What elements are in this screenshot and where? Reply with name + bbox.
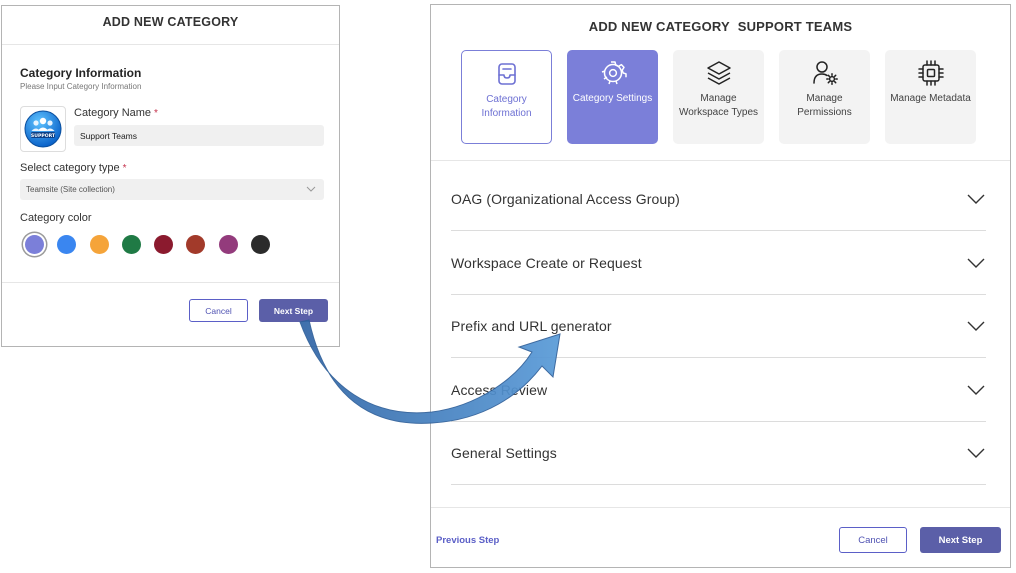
category-name-label: Category Name * <box>74 107 158 119</box>
support-team-logo-icon: SUPPORT <box>24 110 62 148</box>
step-label: Category Settings <box>572 93 653 104</box>
step-manage-workspace-types[interactable]: Manage Workspace Types <box>673 50 764 144</box>
chevron-down-icon <box>967 385 985 395</box>
step-category-information[interactable]: Category Information <box>461 50 552 144</box>
required-marker: * <box>122 163 127 174</box>
color-swatch[interactable] <box>186 235 206 254</box>
step-label: Manage Permissions <box>797 93 852 118</box>
chip-icon <box>917 60 944 86</box>
step-category-settings[interactable]: Category Settings <box>567 50 658 144</box>
layers-icon <box>706 61 731 85</box>
settings-gear-icon <box>601 61 627 85</box>
color-swatch[interactable] <box>154 235 174 254</box>
color-swatch[interactable] <box>57 235 77 254</box>
dialog-title: ADD NEW CATEGORY SUPPORT TEAMS <box>431 19 1010 34</box>
divider <box>2 44 339 45</box>
person-settings-icon <box>812 61 838 85</box>
step-manage-permissions[interactable]: Manage Permissions <box>779 50 870 144</box>
cancel-button[interactable]: Cancel <box>189 299 248 322</box>
accordion-oag[interactable]: OAG (Organizational Access Group) <box>451 168 986 231</box>
next-step-button[interactable]: Next Step <box>259 299 328 322</box>
accordion-label: Prefix and URL generator <box>451 318 612 334</box>
category-type-label: Select category type * <box>20 162 127 174</box>
accordion-access-review[interactable]: Access Review <box>451 359 986 422</box>
color-swatch[interactable] <box>89 235 109 254</box>
chevron-down-icon <box>967 448 985 458</box>
category-color-label: Category color <box>20 212 92 224</box>
divider <box>431 160 1010 161</box>
add-category-dialog-step2: ADD NEW CATEGORY SUPPORT TEAMS Category … <box>430 4 1011 568</box>
required-marker: * <box>154 108 158 119</box>
category-type-value: Teamsite (Site collection) <box>26 185 115 194</box>
step-label: Manage Workspace Types <box>678 93 759 118</box>
cancel-button[interactable]: Cancel <box>839 527 907 553</box>
step-manage-metadata[interactable]: Manage Metadata <box>885 50 976 144</box>
dialog-title-category: SUPPORT TEAMS <box>737 19 853 34</box>
category-type-select[interactable]: Teamsite (Site collection) <box>20 179 324 200</box>
add-category-dialog-step1: ADD NEW CATEGORY Category Information Pl… <box>1 5 340 347</box>
color-swatch[interactable] <box>251 235 271 254</box>
chevron-down-icon <box>967 258 985 268</box>
dialog-title-prefix: ADD NEW CATEGORY <box>588 19 730 34</box>
section-title: Category Information <box>20 66 142 80</box>
color-swatch[interactable] <box>25 235 44 254</box>
step-label: Manage Metadata <box>890 93 971 104</box>
tray-icon <box>497 63 516 85</box>
accordion-label: Access Review <box>451 382 548 398</box>
chevron-down-icon <box>967 321 985 331</box>
divider <box>2 282 339 283</box>
step-label: Category Information <box>481 94 532 119</box>
category-logo[interactable]: SUPPORT <box>20 106 66 152</box>
accordion-general-settings[interactable]: General Settings <box>451 422 986 485</box>
accordion-prefix-url[interactable]: Prefix and URL generator <box>451 295 986 358</box>
accordion-label: OAG (Organizational Access Group) <box>451 191 680 207</box>
color-swatch[interactable] <box>121 235 141 254</box>
accordion-workspace-create[interactable]: Workspace Create or Request <box>451 232 986 295</box>
accordion-label: General Settings <box>451 445 557 461</box>
accordion-label: Workspace Create or Request <box>451 255 642 271</box>
next-step-button[interactable]: Next Step <box>920 527 1001 553</box>
color-swatch-group <box>25 235 283 254</box>
chevron-down-icon <box>967 194 985 204</box>
previous-step-link[interactable]: Previous Step <box>436 535 499 546</box>
color-swatch[interactable] <box>218 235 238 254</box>
chevron-down-icon <box>306 186 316 192</box>
dialog-title: ADD NEW CATEGORY <box>102 15 239 29</box>
logo-text: SUPPORT <box>31 133 56 139</box>
divider <box>431 507 1010 508</box>
section-subtitle: Please Input Category Information <box>20 82 142 91</box>
category-name-input[interactable]: Support Teams <box>74 125 324 146</box>
